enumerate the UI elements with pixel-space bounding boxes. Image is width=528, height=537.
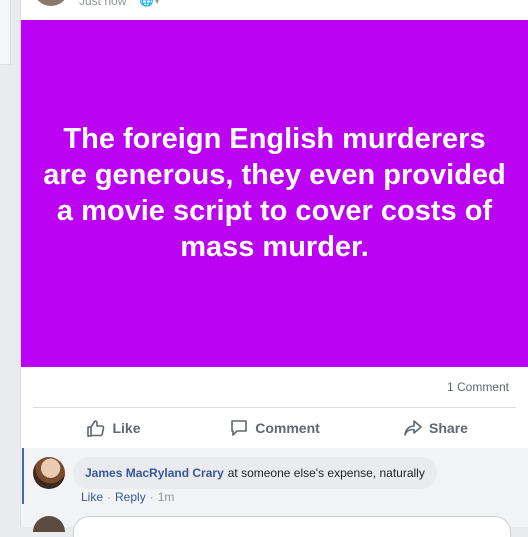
post-timestamp[interactable]: Just now bbox=[79, 0, 126, 8]
comment-author-link[interactable]: James MacRyland Crary bbox=[85, 466, 224, 480]
left-panel-edge bbox=[0, 0, 11, 65]
share-icon bbox=[404, 420, 422, 436]
post-header: Just now 🌐▾ bbox=[21, 0, 528, 18]
comment-bubble: James MacRyland Crary at someone else's … bbox=[73, 457, 437, 489]
comment-like-link[interactable]: Like bbox=[81, 490, 103, 504]
comment-reply-link[interactable]: Reply bbox=[115, 490, 146, 504]
comment-icon bbox=[231, 420, 248, 436]
globe-icon[interactable]: 🌐▾ bbox=[139, 0, 160, 7]
comments-section: James MacRyland Crary at someone else's … bbox=[21, 448, 528, 537]
meta-separator: · bbox=[149, 490, 154, 504]
comment-meta: Like · Reply · 1m bbox=[81, 490, 174, 504]
comment-timestamp[interactable]: 1m bbox=[158, 490, 175, 504]
comment-count-link[interactable]: 1 Comment bbox=[447, 380, 509, 394]
post-text: The foreign English murderers are genero… bbox=[43, 122, 506, 263]
post-background-banner: The foreign English murderers are genero… bbox=[21, 20, 528, 367]
meta-separator: · bbox=[107, 490, 112, 504]
share-label: Share bbox=[429, 420, 468, 436]
comment-button[interactable]: Comment bbox=[194, 418, 355, 438]
comment-label: Comment bbox=[255, 420, 320, 436]
like-button[interactable]: Like bbox=[33, 418, 194, 438]
author-avatar[interactable] bbox=[33, 0, 69, 6]
comment-text: at someone else's expense, naturally bbox=[227, 466, 425, 480]
current-user-avatar bbox=[33, 516, 65, 532]
commenter-avatar[interactable] bbox=[33, 457, 65, 489]
post-actions: Like Comment Share bbox=[33, 408, 516, 448]
thumbs-up-icon bbox=[87, 420, 105, 437]
comment-highlight-bar bbox=[22, 448, 24, 504]
post-card: Just now 🌐▾ The foreign English murderer… bbox=[20, 0, 528, 537]
share-button[interactable]: Share bbox=[355, 418, 516, 438]
like-label: Like bbox=[112, 420, 141, 436]
